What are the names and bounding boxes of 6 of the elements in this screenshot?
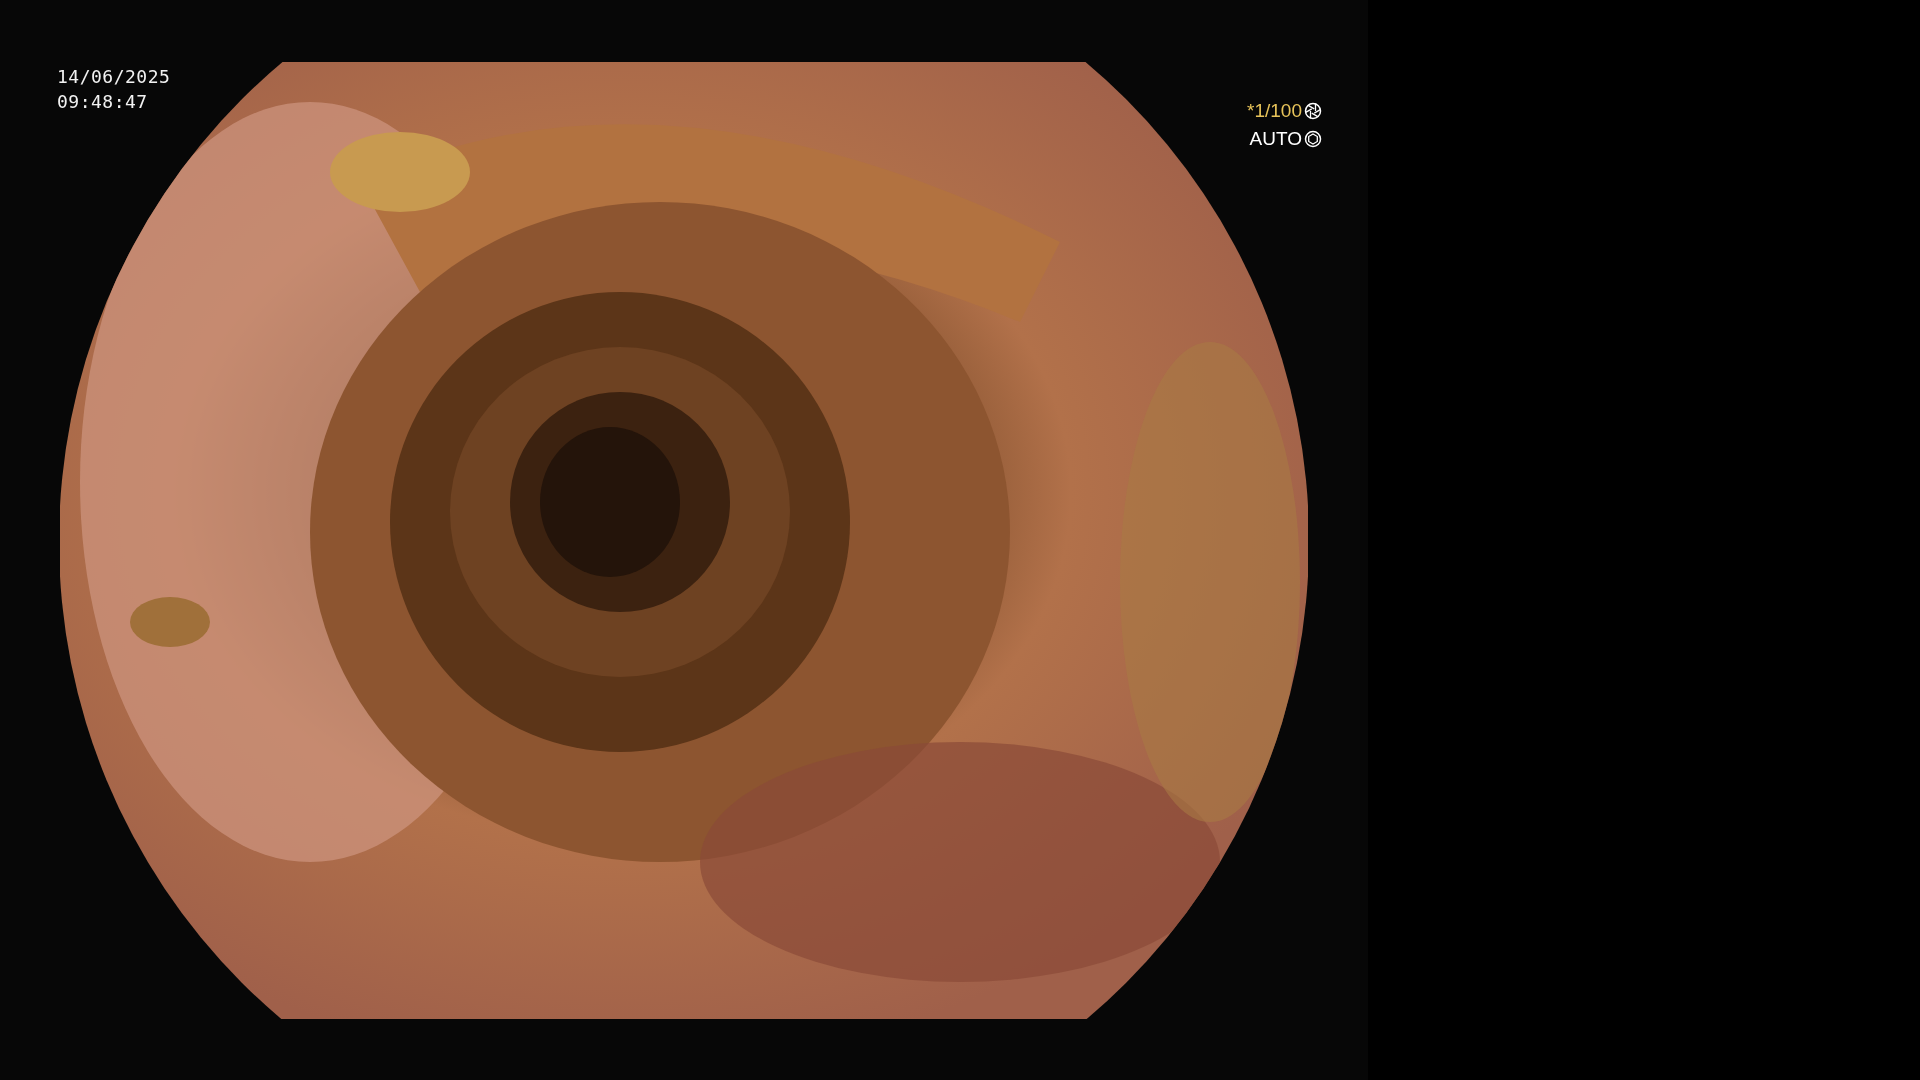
shutter-icon xyxy=(1304,102,1322,120)
setting-label: *1/100 xyxy=(1247,99,1302,123)
setting-label: AUTO xyxy=(1249,127,1302,151)
date-text: 14/06/2025 xyxy=(57,65,171,89)
aperture-icon xyxy=(1304,130,1322,148)
time-text: 09:48:47 xyxy=(57,90,149,114)
